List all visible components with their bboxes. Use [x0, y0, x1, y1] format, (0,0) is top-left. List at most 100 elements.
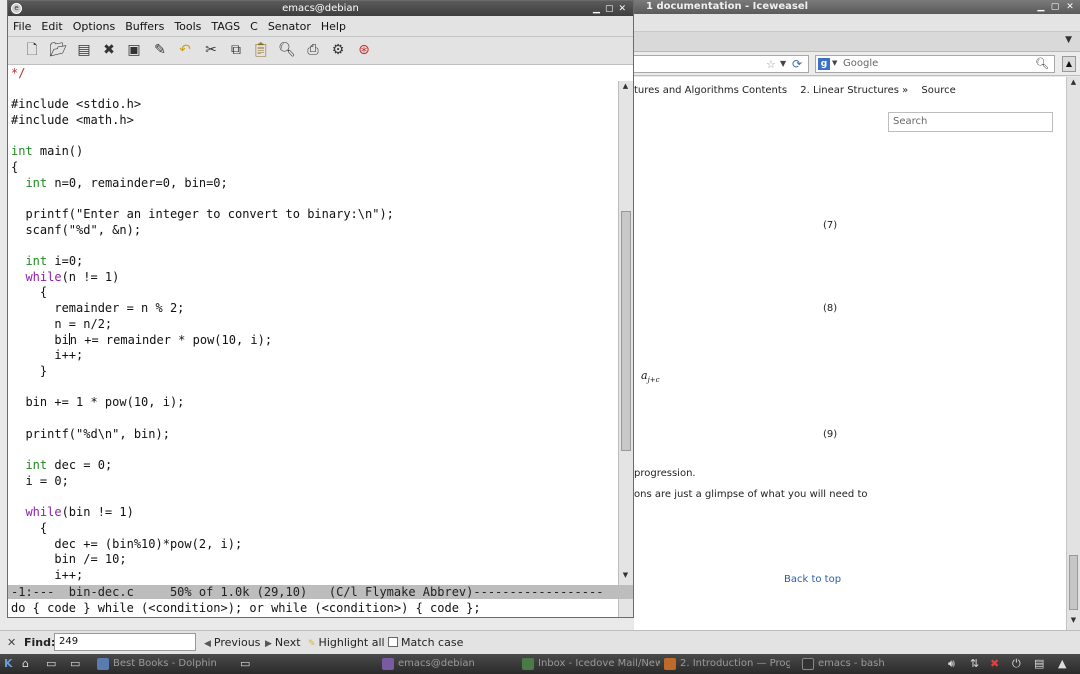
doc-nav-source-link[interactable]: Source	[921, 85, 955, 96]
chevron-down-icon[interactable]: ▼	[780, 59, 786, 68]
highlight-all-button[interactable]: ✎ Highlight all	[308, 636, 385, 649]
magnifier-icon[interactable]: 🔍︎	[1035, 57, 1049, 70]
menu-options[interactable]: Options	[68, 16, 120, 33]
save-as-icon[interactable]: ▣	[124, 40, 144, 60]
page-scrollbar[interactable]: ▲ ▼	[1066, 77, 1080, 630]
equation-number: (9)	[823, 429, 838, 440]
back-to-top-link[interactable]: Back to top	[784, 574, 841, 585]
close-icon[interactable]: ✕	[1065, 2, 1075, 12]
taskbar: K ⌂ ▭ ▭ Best Books - Dolphin ▭ emacs@deb…	[0, 654, 1080, 674]
code-line: i++;	[11, 568, 84, 583]
kde-menu-icon[interactable]: K	[4, 657, 13, 670]
task-konsole[interactable]: emacs - bash	[800, 656, 900, 672]
tab-list-chevron-icon[interactable]: ▼	[1065, 35, 1072, 45]
code-line: i = 0;	[11, 473, 69, 488]
cut-icon[interactable]: ✂	[201, 40, 221, 60]
doc-search-input[interactable]: Search	[888, 112, 1053, 132]
minimize-icon[interactable]: ▁	[1036, 2, 1046, 12]
find-bar: ✕ Find: 249 ◀ Previous ▶ Next ✎ Highlight a…	[0, 630, 1080, 654]
preferences-icon[interactable]: ⚙	[328, 40, 348, 60]
checkbox-icon[interactable]	[388, 637, 398, 647]
terminal-icon	[802, 658, 814, 670]
help-icon[interactable]: ⊛	[354, 40, 374, 60]
menu-c[interactable]: C	[245, 16, 263, 33]
browser-menubar	[634, 14, 1080, 32]
paste-icon[interactable]: 📋︎	[251, 40, 271, 60]
scroll-down-arrow-icon[interactable]: ▼	[620, 571, 631, 583]
copy-icon[interactable]: ⧉	[226, 40, 246, 60]
menu-tools[interactable]: Tools	[169, 16, 206, 33]
equation-number: (7)	[823, 220, 838, 231]
menu-tags[interactable]: TAGS	[206, 16, 245, 33]
web-search-input[interactable]: g ▼ Google 🔍︎	[815, 55, 1055, 73]
code-line: int dec = 0;	[25, 458, 113, 473]
edit-icon[interactable]: ✎	[150, 40, 170, 60]
volume-icon[interactable]: 🔊︎	[948, 657, 955, 671]
emacs-toolbar: 🗋 📂︎ ▤ ✖ ▣ ✎ ↶ ✂ ⧉ 📋︎ 🔍︎ ⎙ ⚙ ⊛	[8, 37, 633, 65]
math-subscript: j+c	[647, 376, 660, 385]
browser-navbar: ☆ ▼ ⟳ g ▼ Google 🔍︎ ▲	[634, 52, 1080, 76]
scroll-down-arrow-icon[interactable]: ▼	[1068, 616, 1079, 628]
scroll-up-arrow-icon[interactable]: ▲	[1062, 56, 1076, 72]
chevron-down-icon[interactable]: ▼	[832, 59, 837, 67]
task-dolphin[interactable]: Best Books - Dolphin	[95, 656, 235, 672]
new-file-icon[interactable]: 🗋	[22, 40, 42, 60]
menu-edit[interactable]: Edit	[36, 16, 67, 33]
task-emacs[interactable]: emacs@debian	[380, 656, 515, 672]
network-icon[interactable]: ⇅	[970, 657, 979, 670]
reload-icon[interactable]: ⟳	[792, 57, 802, 71]
code-scroll-thumb[interactable]	[621, 211, 631, 451]
menu-help[interactable]: Help	[316, 16, 351, 33]
doc-nav-linear-structures-link[interactable]: 2. Linear Structures »	[800, 85, 908, 96]
highlight-icon: ✎	[308, 639, 316, 649]
print-icon[interactable]: ⎙	[303, 40, 323, 60]
find-input[interactable]: 249	[54, 633, 196, 651]
google-icon[interactable]: g	[818, 58, 830, 70]
url-bar[interactable]: ☆ ▼ ⟳	[634, 55, 809, 73]
menu-buffers[interactable]: Buffers	[120, 16, 169, 33]
open-folder-icon[interactable]: 📂︎	[48, 40, 68, 60]
match-case-checkbox[interactable]: Match case	[388, 636, 463, 649]
close-icon[interactable]: ✖	[99, 40, 119, 60]
code-scrollbar[interactable]: ▲ ▼	[618, 81, 633, 585]
undo-icon[interactable]: ↶	[175, 40, 195, 60]
alert-icon[interactable]: ✖	[990, 657, 999, 670]
home-icon[interactable]: ⌂	[22, 657, 29, 670]
bookmark-star-icon[interactable]: ☆	[766, 58, 776, 71]
minibuffer[interactable]: do { code } while (<condition>); or whil…	[8, 599, 618, 617]
menu-senator[interactable]: Senator	[263, 16, 316, 33]
search-icon[interactable]: 🔍︎	[277, 40, 297, 60]
scroll-up-arrow-icon[interactable]: ▲	[1068, 78, 1079, 90]
save-icon[interactable]: ▤	[74, 40, 94, 60]
window-icon[interactable]: ▭	[240, 657, 250, 670]
power-icon[interactable]: ⏻	[1012, 657, 1021, 671]
doc-text-line: progression.	[634, 468, 696, 479]
code-line: while(n != 1)	[25, 269, 120, 284]
find-next-button[interactable]: ▶ Next	[265, 636, 301, 649]
find-previous-button[interactable]: ◀ Previous	[204, 636, 260, 649]
menu-file[interactable]: File	[8, 16, 36, 33]
task-iceweasel[interactable]: 2. Introduction — Prog	[662, 656, 790, 672]
code-line: #include <math.h>	[11, 112, 134, 127]
terminal-icon[interactable]: ▭	[46, 657, 56, 670]
code-line: i++;	[11, 348, 84, 363]
desktop-icon[interactable]: ▭	[70, 657, 80, 670]
source-code[interactable]: #include <stdio.h> #include <math.h> int…	[8, 81, 618, 584]
window-buttons-icon[interactable]: ▁▢✕	[593, 2, 631, 17]
clipboard-icon[interactable]: ▤	[1034, 657, 1044, 670]
text-cursor	[68, 332, 70, 345]
maximize-icon[interactable]: ▢	[1050, 2, 1060, 12]
find-next-label: Next	[274, 636, 301, 649]
code-editor[interactable]: #include <stdio.h> #include <math.h> int…	[8, 81, 618, 585]
task-icedove[interactable]: Inbox - Icedove Mail/News	[520, 656, 660, 672]
doc-nav-contents-link[interactable]: tures and Algorithms Contents	[634, 85, 787, 96]
close-icon[interactable]: ✕	[7, 636, 16, 649]
browser-titlebar: 1 documentation - Iceweasel ▁ ▢ ✕	[634, 0, 1080, 14]
scroll-up-arrow-icon[interactable]: ▲	[620, 82, 631, 94]
document-page: tures and Algorithms Contents 2. Linear …	[634, 77, 1066, 630]
emacs-app-icon[interactable]: e	[11, 3, 22, 14]
minibuffer-scrollbar[interactable]	[618, 599, 633, 617]
page-scroll-thumb[interactable]	[1069, 555, 1078, 610]
code-line: printf("Enter an integer to convert to b…	[11, 206, 394, 221]
tray-expand-icon[interactable]: ▲	[1058, 657, 1066, 670]
